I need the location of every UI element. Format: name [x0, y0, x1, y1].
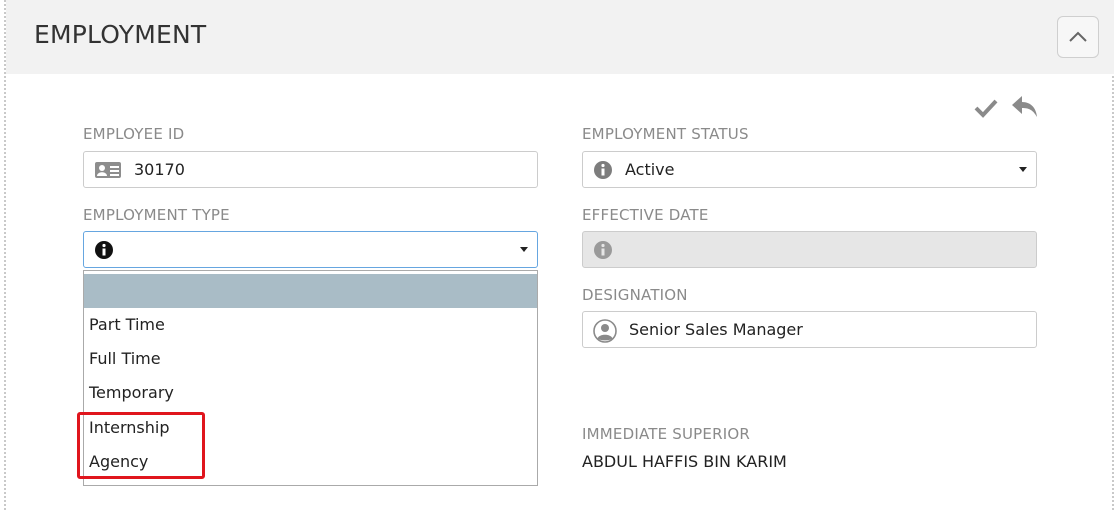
panel-header: EMPLOYMENT: [6, 0, 1114, 74]
chevron-up-icon: [1069, 31, 1087, 42]
caret-down-icon: [520, 247, 528, 252]
panel-title: EMPLOYMENT: [34, 20, 207, 49]
info-circle-icon: [594, 241, 612, 259]
id-card-icon: [95, 162, 121, 178]
user-circle-icon: [593, 319, 617, 343]
caret-down-icon: [1019, 167, 1027, 172]
checkmark-icon[interactable]: [974, 98, 998, 118]
employee-id-value: 30170: [134, 160, 185, 179]
employment-status-select[interactable]: Active: [582, 151, 1037, 188]
immediate-superior-value: ABDUL HAFFIS BIN KARIM: [582, 452, 787, 471]
dropdown-option-part-time[interactable]: Part Time: [84, 308, 537, 342]
immediate-superior-label: IMMEDIATE SUPERIOR: [582, 425, 750, 443]
designation-field[interactable]: Senior Sales Manager: [582, 311, 1037, 348]
info-circle-icon: [95, 241, 113, 259]
employee-id-label: EMPLOYEE ID: [83, 125, 185, 143]
info-circle-icon: [594, 161, 612, 179]
effective-date-field[interactable]: [582, 231, 1037, 268]
employment-status-label: EMPLOYMENT STATUS: [582, 125, 749, 143]
employee-id-field[interactable]: 30170: [83, 151, 538, 188]
designation-value: Senior Sales Manager: [629, 320, 803, 339]
dropdown-option-temporary[interactable]: Temporary: [84, 376, 537, 410]
annotation-highlight-box: [77, 412, 205, 479]
dropdown-option-empty[interactable]: [84, 274, 537, 308]
employment-type-select[interactable]: [83, 231, 538, 268]
dropdown-option-full-time[interactable]: Full Time: [84, 342, 537, 376]
undo-icon[interactable]: [1010, 94, 1040, 120]
designation-label: DESIGNATION: [582, 286, 688, 304]
effective-date-label: EFFECTIVE DATE: [582, 206, 709, 224]
employment-type-label: EMPLOYMENT TYPE: [83, 206, 230, 224]
employment-status-value: Active: [625, 160, 675, 179]
collapse-button[interactable]: [1057, 16, 1099, 58]
